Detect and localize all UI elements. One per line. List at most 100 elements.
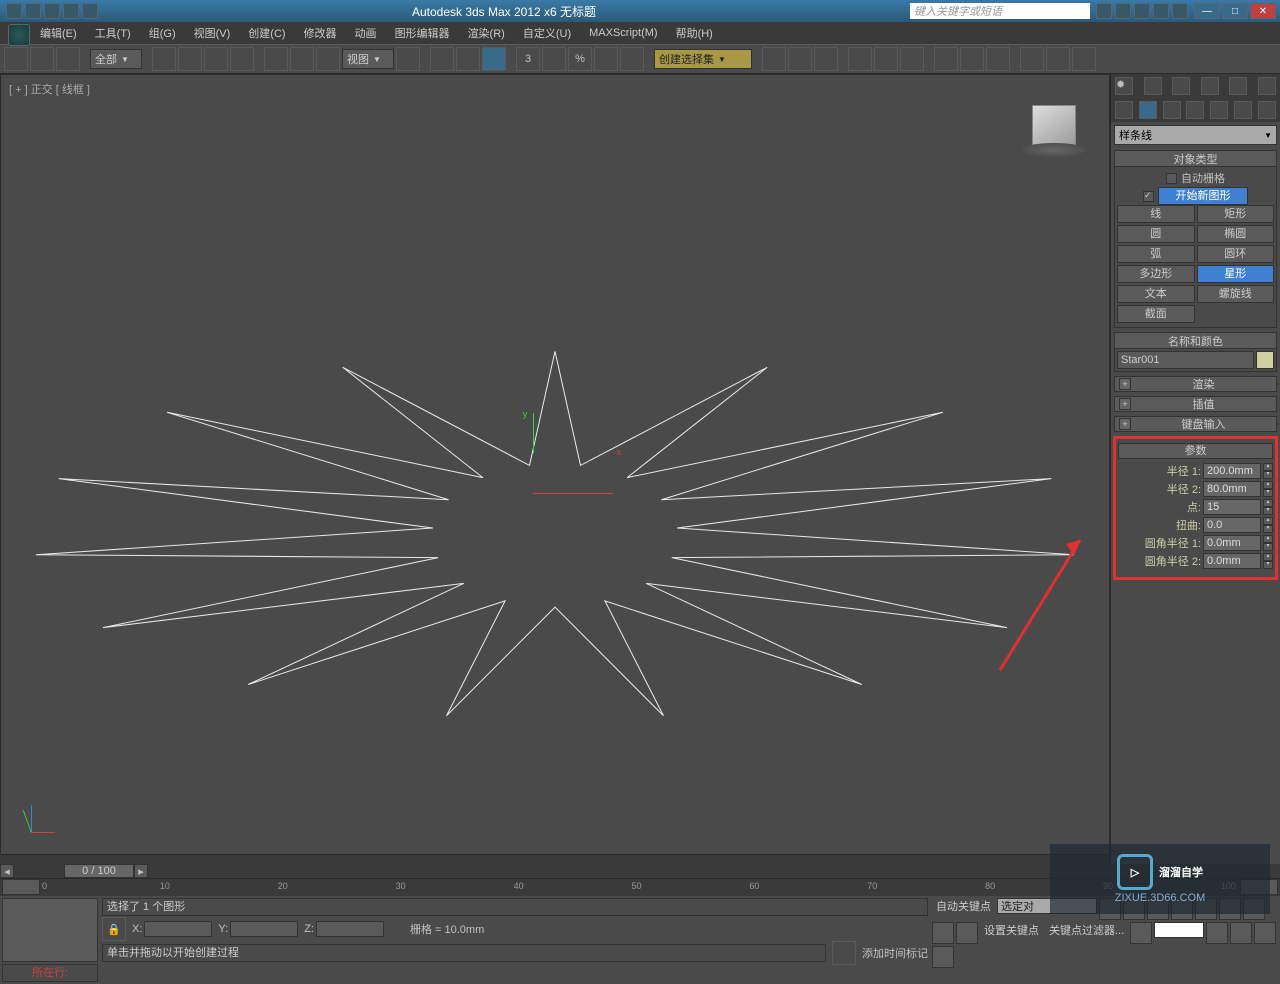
schematic-icon[interactable]	[874, 47, 898, 71]
keyboard-shortcut-icon[interactable]	[456, 47, 480, 71]
menu-grapheditors[interactable]: 图形编辑器	[395, 25, 450, 41]
menu-maxscript[interactable]: MAXScript(M)	[589, 27, 657, 39]
viewport-label[interactable]: [ + ] 正交 [ 线框 ]	[9, 81, 90, 97]
shape-btn-文本[interactable]: 文本	[1117, 285, 1195, 303]
select-rect-icon[interactable]	[204, 47, 228, 71]
shape-btn-矩形[interactable]: 矩形	[1197, 205, 1275, 223]
nav7-icon[interactable]	[1254, 922, 1276, 944]
angle-snap-icon[interactable]	[542, 47, 566, 71]
timeslider-prev[interactable]: ◂	[0, 864, 14, 878]
shape-btn-螺旋线[interactable]: 螺旋线	[1197, 285, 1275, 303]
search-input[interactable]: 键入关键字或短语	[910, 3, 1090, 19]
move-icon[interactable]	[264, 47, 288, 71]
redo-icon[interactable]	[82, 3, 98, 19]
nav6-icon[interactable]	[1230, 922, 1252, 944]
start-new-shape-button[interactable]: 开始新图形	[1158, 187, 1248, 205]
save-icon[interactable]	[44, 3, 60, 19]
object-type-header[interactable]: 对象类型	[1115, 151, 1276, 167]
fillet2-input[interactable]: 0.0mm	[1203, 553, 1261, 569]
user-icon[interactable]	[1153, 3, 1169, 19]
manipulate-icon[interactable]	[430, 47, 454, 71]
select-window-icon[interactable]	[230, 47, 254, 71]
help-icon[interactable]	[1096, 3, 1112, 19]
snap-toggle-icon[interactable]	[482, 47, 506, 71]
menu-tools[interactable]: 工具(T)	[95, 25, 131, 41]
nav4-icon[interactable]	[956, 922, 978, 944]
material-icon[interactable]	[900, 47, 924, 71]
lights-cat-icon[interactable]	[1163, 101, 1181, 119]
edit-selection-icon[interactable]	[620, 47, 644, 71]
menu-rendering[interactable]: 渲染(R)	[468, 25, 505, 41]
geometry-cat-icon[interactable]	[1115, 101, 1133, 119]
render-icon[interactable]	[986, 47, 1010, 71]
app-menu-icon[interactable]	[8, 24, 30, 46]
fillet1-input[interactable]: 0.0mm	[1203, 535, 1261, 551]
parameters-header[interactable]: 参数	[1118, 443, 1273, 459]
time-tag-label[interactable]: 添加时间标记	[862, 945, 928, 961]
y-coord-input[interactable]	[230, 921, 298, 937]
object-name-input[interactable]: Star001	[1117, 351, 1254, 369]
object-color-swatch[interactable]	[1256, 351, 1274, 369]
spacewarps-cat-icon[interactable]	[1234, 101, 1252, 119]
render-frame-icon[interactable]	[960, 47, 984, 71]
nav3-icon[interactable]	[932, 922, 954, 944]
start-new-shape-checkbox[interactable]	[1143, 191, 1154, 202]
motion-tab-icon[interactable]	[1201, 77, 1219, 95]
menu-group[interactable]: 组(G)	[149, 25, 176, 41]
menu-create[interactable]: 创建(C)	[248, 25, 285, 41]
shape-btn-截面[interactable]: 截面	[1117, 305, 1195, 323]
select-name-icon[interactable]	[178, 47, 202, 71]
undo-icon[interactable]	[63, 3, 79, 19]
shapes-cat-icon[interactable]	[1139, 101, 1157, 119]
nav8-icon[interactable]	[932, 946, 954, 968]
menu-animation[interactable]: 动画	[355, 25, 377, 41]
named-selection-dropdown[interactable]: 创建选择集▼	[654, 49, 752, 69]
open-icon[interactable]	[25, 3, 41, 19]
close-button[interactable]: ✕	[1250, 3, 1276, 19]
percent-snap-icon[interactable]: %	[568, 47, 592, 71]
keyboard-rollout[interactable]: +键盘输入	[1114, 416, 1277, 432]
qmark-icon[interactable]	[1172, 3, 1188, 19]
refcoord-dropdown[interactable]: 视图▼	[342, 49, 394, 69]
viewport-scrollbar[interactable]	[0, 854, 1110, 864]
shape-btn-线[interactable]: 线	[1117, 205, 1195, 223]
pivot-icon[interactable]	[396, 47, 420, 71]
minimize-button[interactable]: —	[1194, 3, 1220, 19]
snap3-icon[interactable]: 3	[516, 47, 540, 71]
modify-tab-icon[interactable]	[1144, 77, 1162, 95]
systems-cat-icon[interactable]	[1258, 101, 1276, 119]
star-icon[interactable]	[1115, 3, 1131, 19]
shape-btn-多边形[interactable]: 多边形	[1117, 265, 1195, 283]
radius2-spinner[interactable]: ▴▾	[1263, 481, 1273, 497]
distort-spinner[interactable]: ▴▾	[1263, 517, 1273, 533]
new-icon[interactable]	[6, 3, 22, 19]
shape-btn-圆[interactable]: 圆	[1117, 225, 1195, 243]
script-listener[interactable]	[2, 898, 98, 962]
menu-modifiers[interactable]: 修改器	[304, 25, 337, 41]
scale-icon[interactable]	[316, 47, 340, 71]
utilities-tab-icon[interactable]	[1258, 77, 1276, 95]
viewport[interactable]: [ + ] 正交 [ 线框 ] x y	[0, 74, 1110, 864]
shape-btn-弧[interactable]: 弧	[1117, 245, 1195, 263]
time-config-icon[interactable]	[1130, 922, 1152, 944]
cameras-cat-icon[interactable]	[1186, 101, 1204, 119]
spinner-snap-icon[interactable]	[594, 47, 618, 71]
unlink-icon[interactable]	[30, 47, 54, 71]
setkey-button[interactable]: 设置关键点	[980, 922, 1043, 938]
shape-btn-星形[interactable]: 星形	[1197, 265, 1275, 283]
lock-icon[interactable]: 🔒	[102, 917, 126, 941]
teapot-icon[interactable]	[1020, 47, 1044, 71]
bind-icon[interactable]	[56, 47, 80, 71]
name-color-header[interactable]: 名称和颜色	[1115, 333, 1276, 349]
menu-edit[interactable]: 编辑(E)	[40, 25, 77, 41]
transform-gizmo[interactable]: x y	[533, 453, 613, 494]
z-coord-input[interactable]	[316, 921, 384, 937]
shape-btn-圆环[interactable]: 圆环	[1197, 245, 1275, 263]
rotate-icon[interactable]	[290, 47, 314, 71]
hierarchy-tab-icon[interactable]	[1172, 77, 1190, 95]
align-icon[interactable]	[788, 47, 812, 71]
radius2-input[interactable]: 80.0mm	[1203, 481, 1261, 497]
curve-editor-icon[interactable]	[848, 47, 872, 71]
menu-view[interactable]: 视图(V)	[194, 25, 231, 41]
x-coord-input[interactable]	[144, 921, 212, 937]
